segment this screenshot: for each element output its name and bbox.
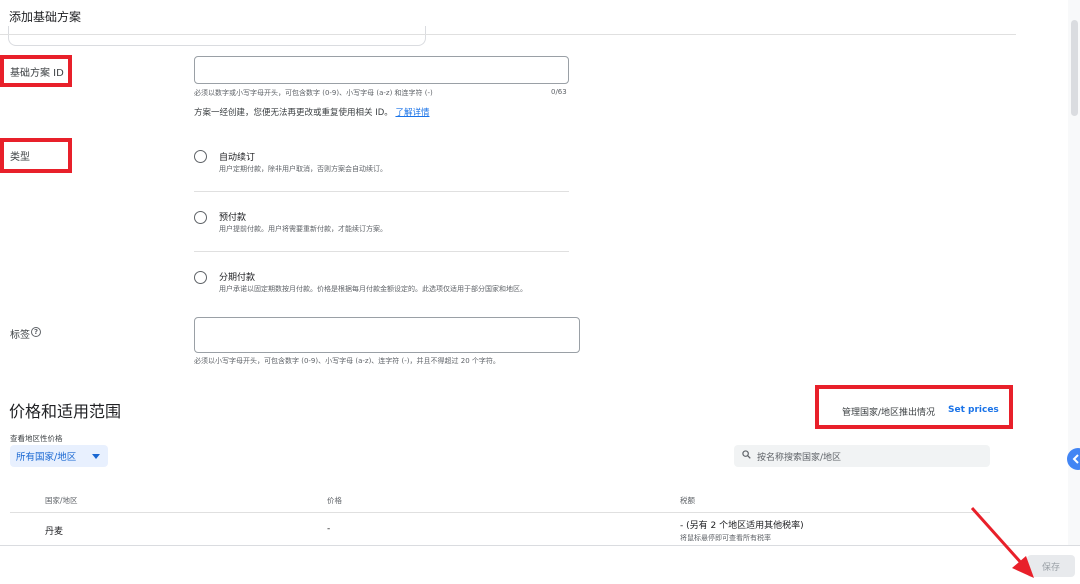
option-desc-auto-renew: 用户定期付款，除非用户取消，否则方案会自动续订。: [219, 165, 387, 173]
table-cell-price: -: [327, 524, 331, 534]
annotation-box-set-prices: [815, 385, 1013, 429]
table-cell-tax: - (另有 2 个地区适用其他税率): [680, 521, 804, 531]
radio-prepaid[interactable]: [194, 211, 207, 224]
help-circle-icon[interactable]: ?: [31, 327, 41, 337]
option-desc-installments: 用户承诺以固定期数按月付款。价格是根据每月付款金额设定的。此选项仅适用于部分国家…: [219, 285, 527, 293]
previous-section-card: [8, 26, 426, 46]
region-price-label: 查看地区性价格: [10, 434, 63, 443]
search-placeholder: 按名称搜索国家/地区: [757, 453, 842, 463]
radio-auto-renew[interactable]: [194, 150, 207, 163]
region-select[interactable]: 所有国家/地区: [10, 445, 108, 467]
column-header-country: 国家/地区: [45, 496, 78, 505]
option-divider: [194, 251, 569, 252]
footer-bar: [0, 545, 1080, 584]
plan-id-input[interactable]: [194, 56, 569, 84]
header-divider: [0, 34, 1016, 35]
dropdown-caret-icon: [92, 454, 100, 459]
tags-input[interactable]: [194, 317, 580, 353]
option-divider: [194, 191, 569, 192]
plan-id-hint: 必须以数字或小写字母开头，可包含数字 (0-9)、小写字母 (a-z) 和连字符…: [194, 89, 433, 97]
table-cell-tax-note: 将鼠标悬停即可查看所有税率: [680, 534, 771, 542]
plan-id-counter: 0/63: [551, 88, 567, 96]
column-header-price: 价格: [327, 496, 342, 505]
table-header-divider: [10, 512, 990, 513]
pricing-section-title: 价格和适用范围: [9, 402, 122, 421]
annotation-arrow-icon: [970, 506, 1034, 578]
page-title: 添加基础方案: [9, 10, 82, 24]
plan-id-note: 方案一经创建，您便无法再更改或重复使用相关 ID。 了解详情: [194, 106, 429, 118]
country-search-input[interactable]: 按名称搜索国家/地区: [734, 445, 990, 467]
annotation-box-plan-id: [0, 55, 72, 87]
table-cell-country: 丹麦: [45, 527, 64, 537]
region-select-value: 所有国家/地区: [16, 452, 77, 463]
radio-installments[interactable]: [194, 271, 207, 284]
plan-id-note-text: 方案一经创建，您便无法再更改或重复使用相关 ID。: [194, 108, 393, 118]
tags-label: 标签: [10, 330, 30, 341]
chevron-left-icon: [1072, 454, 1079, 464]
option-title-auto-renew: 自动续订: [219, 153, 256, 163]
tags-hint: 必须以小写字母开头，可包含数字 (0-9)、小写字母 (a-z)、连字符 (-)…: [194, 357, 500, 365]
scrollbar-thumb[interactable]: [1071, 20, 1078, 116]
option-title-prepaid: 预付款: [219, 213, 247, 223]
learn-more-link[interactable]: 了解详情: [395, 108, 429, 118]
column-header-tax: 税额: [680, 496, 695, 505]
search-icon: [742, 450, 751, 459]
option-desc-prepaid: 用户提前付款。用户将需要重新付款，才能续订方案。: [219, 225, 387, 233]
option-title-installments: 分期付款: [219, 273, 256, 283]
annotation-box-type: [0, 138, 72, 173]
